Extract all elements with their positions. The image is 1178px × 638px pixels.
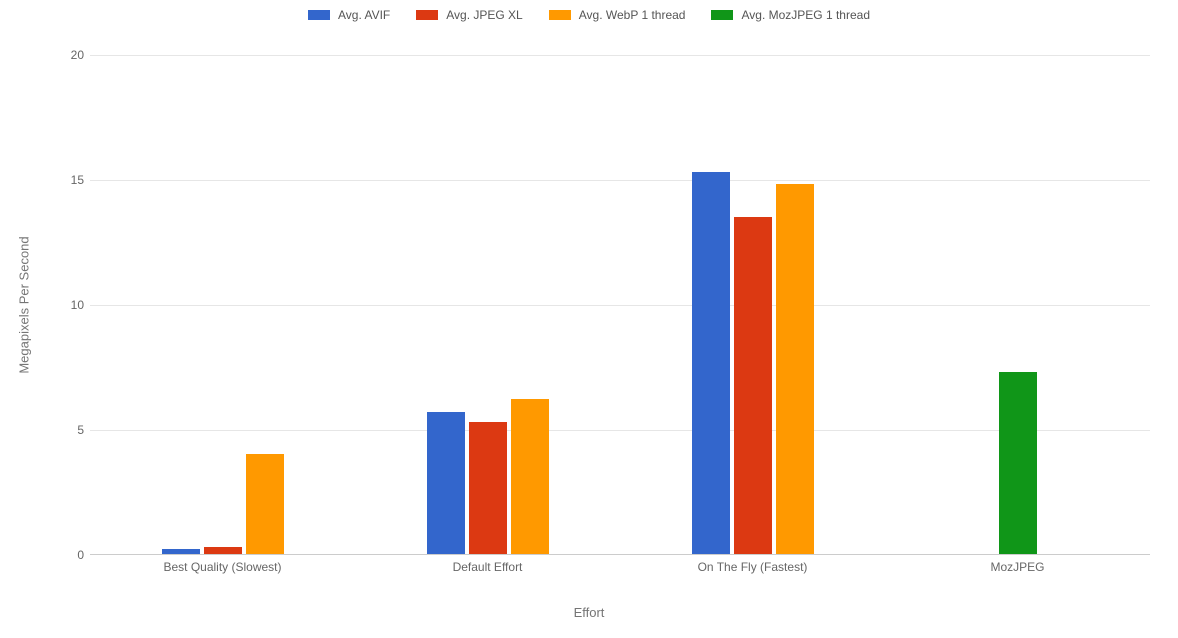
bar-group [692, 172, 814, 555]
x-axis-title: Effort [0, 605, 1178, 620]
swatch-webp [549, 10, 571, 20]
y-axis-title: Megapixels Per Second [17, 236, 32, 373]
legend-label-jpegxl: Avg. JPEG XL [446, 8, 522, 22]
x-label-0: Best Quality (Slowest) [90, 560, 355, 574]
legend-item-webp: Avg. WebP 1 thread [549, 8, 686, 22]
y-tick-10: 10 [60, 298, 84, 312]
legend-item-mozjpeg: Avg. MozJPEG 1 thread [711, 8, 870, 22]
y-tick-5: 5 [60, 423, 84, 437]
bar [162, 549, 200, 554]
bar [511, 399, 549, 554]
bar [734, 217, 772, 555]
bar-group [162, 454, 284, 554]
x-label-3: MozJPEG [885, 560, 1150, 574]
bar-group [427, 399, 549, 554]
plot-area [90, 55, 1150, 555]
legend-item-avif: Avg. AVIF [308, 8, 390, 22]
bar [469, 422, 507, 555]
legend-label-mozjpeg: Avg. MozJPEG 1 thread [741, 8, 870, 22]
bar [999, 372, 1037, 555]
bar [776, 184, 814, 554]
legend-item-jpegxl: Avg. JPEG XL [416, 8, 522, 22]
y-tick-20: 20 [60, 48, 84, 62]
gridline-20 [90, 55, 1150, 56]
swatch-mozjpeg [711, 10, 733, 20]
bar [204, 547, 242, 555]
x-label-2: On The Fly (Fastest) [620, 560, 885, 574]
gridline-5 [90, 430, 1150, 431]
chart-container: Avg. AVIF Avg. JPEG XL Avg. WebP 1 threa… [0, 0, 1178, 638]
gridline-10 [90, 305, 1150, 306]
legend: Avg. AVIF Avg. JPEG XL Avg. WebP 1 threa… [0, 8, 1178, 22]
gridline-15 [90, 180, 1150, 181]
bar [692, 172, 730, 555]
y-tick-15: 15 [60, 173, 84, 187]
y-tick-0: 0 [60, 548, 84, 562]
legend-label-webp: Avg. WebP 1 thread [579, 8, 686, 22]
bar [427, 412, 465, 555]
bar-group [999, 372, 1037, 555]
x-label-1: Default Effort [355, 560, 620, 574]
swatch-avif [308, 10, 330, 20]
bar [246, 454, 284, 554]
legend-label-avif: Avg. AVIF [338, 8, 390, 22]
swatch-jpegxl [416, 10, 438, 20]
